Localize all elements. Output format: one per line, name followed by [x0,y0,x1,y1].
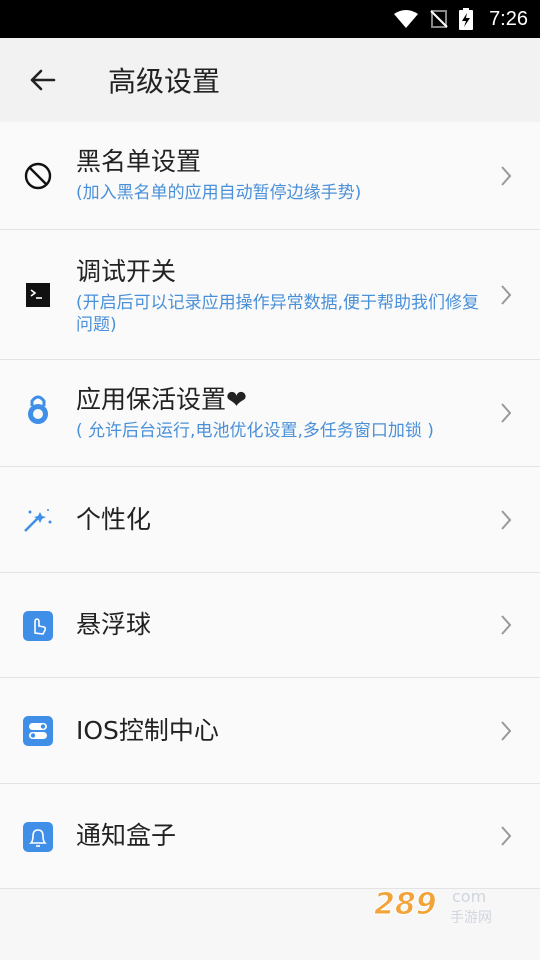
clock: 7:26 [489,7,528,30]
chevron-right-icon [501,826,512,846]
settings-item-floating-ball[interactable]: 悬浮球 [0,573,540,678]
item-description: (开启后可以记录应用操作异常数据,便于帮助我们修复问题) [76,293,480,335]
touch-icon [22,610,54,642]
settings-item-personalize[interactable]: 个性化 [0,467,540,573]
magic-wand-icon [22,504,54,536]
item-label: 个性化 [76,505,152,534]
watermark-logo: 289 com 手游网 [374,887,493,927]
back-button[interactable] [0,38,84,122]
svg-text:com: com [452,887,486,906]
item-label: IOS控制中心 [76,716,219,745]
toggle-icon [22,715,54,747]
item-label: 通知盒子 [76,821,177,850]
chevron-right-icon [501,721,512,741]
settings-item-debug[interactable]: 调试开关 (开启后可以记录应用操作异常数据,便于帮助我们修复问题) [0,230,540,360]
chevron-right-icon [501,285,512,305]
status-bar: 7:26 [0,0,540,38]
settings-item-control-center[interactable]: IOS控制中心 [0,678,540,784]
svg-text:手游网: 手游网 [450,910,492,926]
app-bar: 高级设置 [0,38,540,122]
chevron-right-icon [501,166,512,186]
lock-icon [22,393,54,425]
block-icon [22,160,54,192]
bell-icon [22,821,54,853]
chevron-right-icon [501,615,512,635]
chevron-right-icon [501,510,512,530]
page-title: 高级设置 [108,65,221,98]
settings-item-keep-alive[interactable]: 应用保活设置❤ ( 允许后台运行,电池优化设置,多任务窗口加锁 ) [0,360,540,467]
terminal-icon [22,279,54,311]
battery-charging-icon [459,8,474,30]
item-label: 应用保活设置❤ [76,385,247,414]
item-description: (加入黑名单的应用自动暂停边缘手势) [76,183,362,203]
chevron-right-icon [501,403,512,423]
svg-text:289: 289 [374,887,437,922]
item-description: ( 允许后台运行,电池优化设置,多任务窗口加锁 ) [76,421,434,441]
item-label: 黑名单设置 [76,147,202,176]
settings-item-blacklist[interactable]: 黑名单设置 (加入黑名单的应用自动暂停边缘手势) [0,122,540,230]
settings-item-notification-box[interactable]: 通知盒子 [0,784,540,889]
item-label: 调试开关 [76,257,177,286]
settings-list: 黑名单设置 (加入黑名单的应用自动暂停边缘手势) 调试开关 (开启后可以记录应用… [0,122,540,889]
arrow-left-icon [30,69,56,91]
no-signal-icon [430,10,448,28]
wifi-icon [394,10,419,28]
item-label: 悬浮球 [76,610,152,639]
